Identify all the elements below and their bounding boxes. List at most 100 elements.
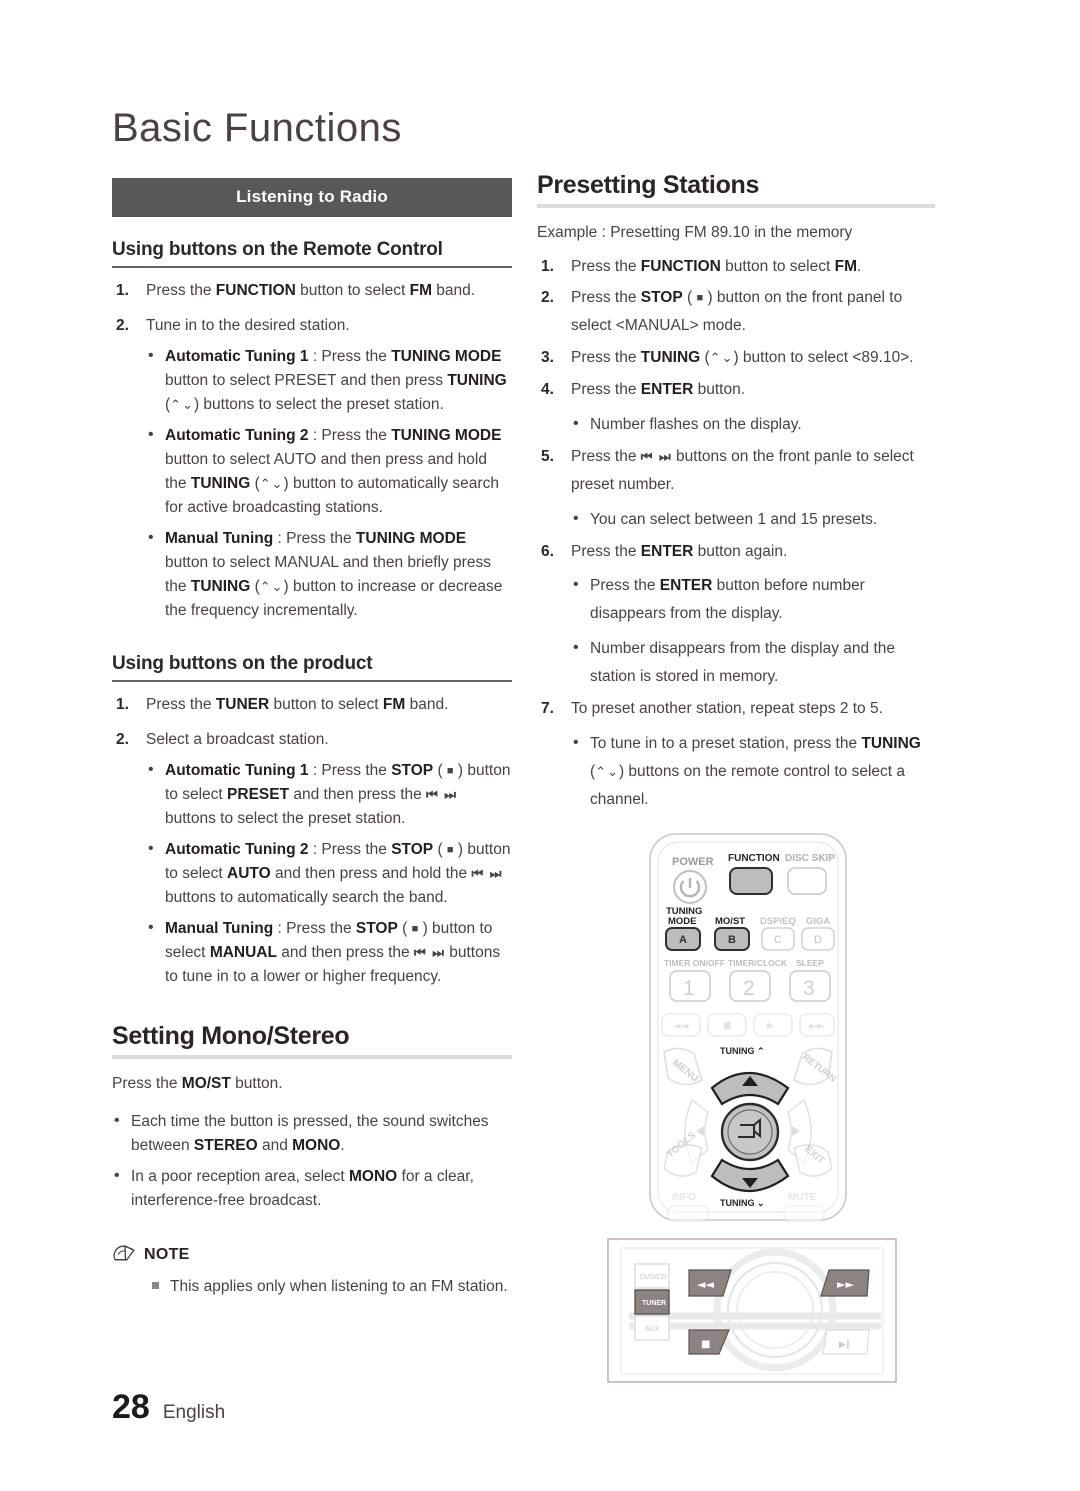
svg-text:▶‖: ▶‖ xyxy=(839,1340,850,1350)
remote-steps-list: 1. Press the FUNCTION button to select FM… xyxy=(112,279,512,623)
heading-presetting-stations: Presetting Stations xyxy=(537,171,760,199)
mono-stereo-section: Setting Mono/Stereo Press the MO/ST butt… xyxy=(112,1023,512,1213)
bullet-item: Automatic Tuning 1 : Press the STOP ( ■ … xyxy=(146,758,512,831)
svg-text:FUNCTION: FUNCTION xyxy=(728,853,780,864)
step-item: 7. To preset another station, repeat step… xyxy=(537,695,935,814)
product-steps-list: 1. Press the TUNER button to select FM ba… xyxy=(112,693,512,989)
front-panel-illustration: DVD/CD TUNER AUX ◄◄ ►► ■ ▶‖ xyxy=(607,1238,897,1383)
svg-text:D: D xyxy=(814,934,822,946)
section-banner-listening-to-radio: Listening to Radio xyxy=(112,178,512,217)
step-item: 1. Press the TUNER button to select FM ba… xyxy=(112,693,512,717)
bullet-item: To tune in to a preset station, press th… xyxy=(571,729,935,814)
svg-text:TUNING ⌃: TUNING ⌃ xyxy=(720,1046,765,1056)
step-number: 2. xyxy=(541,289,554,307)
step-number: 7. xyxy=(541,699,554,717)
svg-text:GIGA: GIGA xyxy=(806,916,830,927)
svg-text:2: 2 xyxy=(743,977,755,1000)
svg-text:1: 1 xyxy=(683,977,695,1000)
step-item: 2. Select a broadcast station. Automatic T… xyxy=(112,728,512,989)
heading-setting-mono-stereo: Setting Mono/Stereo xyxy=(112,1022,350,1051)
step-item: 4. Press the ENTER button. Number flashes … xyxy=(537,376,935,439)
step-text: Press the ⏮ ⏭ buttons on the front panle… xyxy=(571,447,914,493)
page-language: English xyxy=(162,1402,226,1423)
svg-text:▶: ▶ xyxy=(767,1021,774,1031)
bullet-item: In a poor reception area, select MONO fo… xyxy=(112,1164,512,1213)
heading-using-buttons-remote: Using buttons on the Remote Control xyxy=(112,239,512,268)
svg-text:MUTE: MUTE xyxy=(788,1192,817,1203)
step-text: Press the FUNCTION button to select FM. xyxy=(571,257,862,275)
presetting-example: Example : Presetting FM 89.10 in the mem… xyxy=(537,223,853,241)
bullet-item: Number disappears from the display and t… xyxy=(571,634,935,691)
svg-text:3: 3 xyxy=(803,977,815,1000)
bullet-item: Automatic Tuning 2 : Press the STOP ( ■ … xyxy=(146,837,512,910)
bullet-item: Manual Tuning : Press the TUNING MODE bu… xyxy=(146,526,512,623)
page-footer: 28 English xyxy=(112,1388,225,1427)
step-number: 5. xyxy=(541,447,554,465)
svg-text:■: ■ xyxy=(723,1021,732,1031)
heading-rule xyxy=(112,1054,512,1059)
remote-control-illustration: POWER FUNCTION DISC SKIP TUNING MODE A M… xyxy=(620,832,880,1222)
step-text: Tune in to the desired station. xyxy=(146,317,350,335)
step-text: Press the FUNCTION button to select FM b… xyxy=(146,282,476,299)
bullet-item: Automatic Tuning 1 : Press the TUNING MO… xyxy=(146,344,512,417)
manual-page: Basic Functions Listening to Radio Using… xyxy=(0,0,1080,1491)
step-number: 4. xyxy=(541,381,554,399)
step-item: 3. Press the TUNING (⌃⌄) button to select… xyxy=(537,344,935,372)
heading-rule xyxy=(537,203,935,208)
note-items: This applies only when listening to an F… xyxy=(112,1275,512,1298)
svg-text:MODE: MODE xyxy=(668,916,697,927)
svg-text:TUNING ⌄: TUNING ⌄ xyxy=(720,1198,765,1208)
svg-text:SLEEP: SLEEP xyxy=(796,958,824,968)
step-number: 2. xyxy=(116,317,129,335)
right-column: Presetting Stations Example : Presetting… xyxy=(537,171,935,814)
step-bullets: You can select between 1 and 15 presets. xyxy=(571,505,935,534)
mono-intro: Press the MO/ST button. xyxy=(112,1074,283,1092)
step-number: 3. xyxy=(541,349,554,367)
step-text: Press the ENTER button again. xyxy=(571,542,788,560)
page-title: Basic Functions xyxy=(112,106,402,150)
note-header: NOTE xyxy=(112,1243,512,1267)
presetting-steps-list: 1. Press the FUNCTION button to select FM… xyxy=(537,253,935,814)
step-number: 1. xyxy=(541,257,554,275)
svg-text:C: C xyxy=(774,934,782,946)
svg-text:DISC SKIP: DISC SKIP xyxy=(785,853,835,864)
svg-text:TIMER ON/OFF: TIMER ON/OFF xyxy=(664,958,725,968)
step-text: Press the TUNER button to select FM band… xyxy=(146,696,449,714)
mono-bullets: Each time the button is pressed, the sou… xyxy=(112,1109,512,1213)
bullet-item: Manual Tuning : Press the STOP ( ■ ) but… xyxy=(146,916,512,989)
bullet-item: Number flashes on the display. xyxy=(571,410,935,439)
step-text: Press the TUNING (⌃⌄) button to select <… xyxy=(571,349,914,367)
step-number: 2. xyxy=(116,731,129,749)
page-number: 28 xyxy=(112,1388,150,1426)
note-block: NOTE This applies only when listening to… xyxy=(112,1243,512,1298)
step-number: 1. xyxy=(116,696,129,714)
note-title: NOTE xyxy=(144,1245,190,1263)
svg-text:AUX: AUX xyxy=(645,1326,660,1333)
step-text: Press the ENTER button. xyxy=(571,381,746,399)
svg-text:◄◄: ◄◄ xyxy=(697,1278,714,1291)
svg-text:POWER: POWER xyxy=(672,856,714,868)
svg-text:TIMER/CLOCK: TIMER/CLOCK xyxy=(728,958,788,968)
step-item: 2. Press the STOP ( ■ ) button on the fro… xyxy=(537,284,935,340)
svg-text:B: B xyxy=(728,934,736,946)
step-item: 2. Tune in to the desired station. Automat… xyxy=(112,314,512,623)
svg-text:INFO: INFO xyxy=(672,1192,696,1203)
svg-text:►►: ►► xyxy=(809,1021,825,1032)
step-bullets: Automatic Tuning 1 : Press the TUNING MO… xyxy=(146,344,512,623)
step-text: To preset another station, repeat steps … xyxy=(571,699,883,717)
svg-text:DSP/EQ: DSP/EQ xyxy=(760,916,796,927)
step-item: 1. Press the FUNCTION button to select FM… xyxy=(537,253,935,281)
pencil-icon xyxy=(112,1243,137,1267)
step-item: 1. Press the FUNCTION button to select FM… xyxy=(112,279,512,303)
step-text: Select a broadcast station. xyxy=(146,731,329,749)
step-bullets: Number flashes on the display. xyxy=(571,410,935,439)
step-text: Press the STOP ( ■ ) button on the front… xyxy=(571,289,903,335)
step-bullets: Automatic Tuning 1 : Press the STOP ( ■ … xyxy=(146,758,512,989)
svg-text:◄◄: ◄◄ xyxy=(673,1021,689,1032)
step-bullets: Press the ENTER button before number dis… xyxy=(571,571,935,691)
svg-text:■: ■ xyxy=(701,1339,710,1350)
heading-using-buttons-product: Using buttons on the product xyxy=(112,653,512,683)
step-number: 1. xyxy=(116,282,129,299)
bullet-item: Each time the button is pressed, the sou… xyxy=(112,1109,512,1158)
svg-text:►►: ►► xyxy=(837,1278,854,1291)
